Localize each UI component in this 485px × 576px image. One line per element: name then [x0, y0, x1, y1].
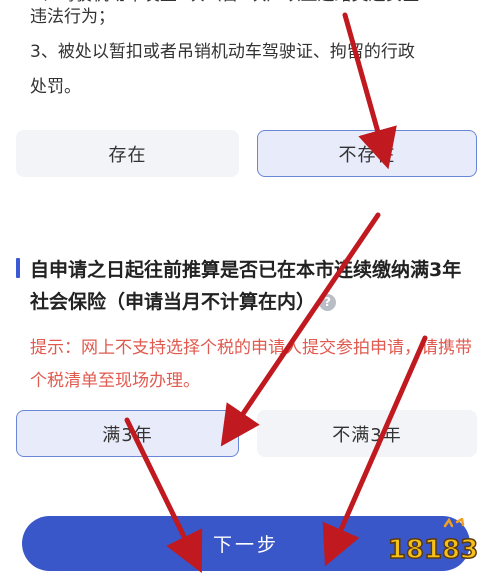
arrow-3 [124, 417, 203, 573]
arrow-2 [220, 212, 381, 447]
arrow-1 [342, 12, 397, 170]
arrow-4 [322, 335, 428, 567]
annotation-arrows [124, 12, 428, 573]
